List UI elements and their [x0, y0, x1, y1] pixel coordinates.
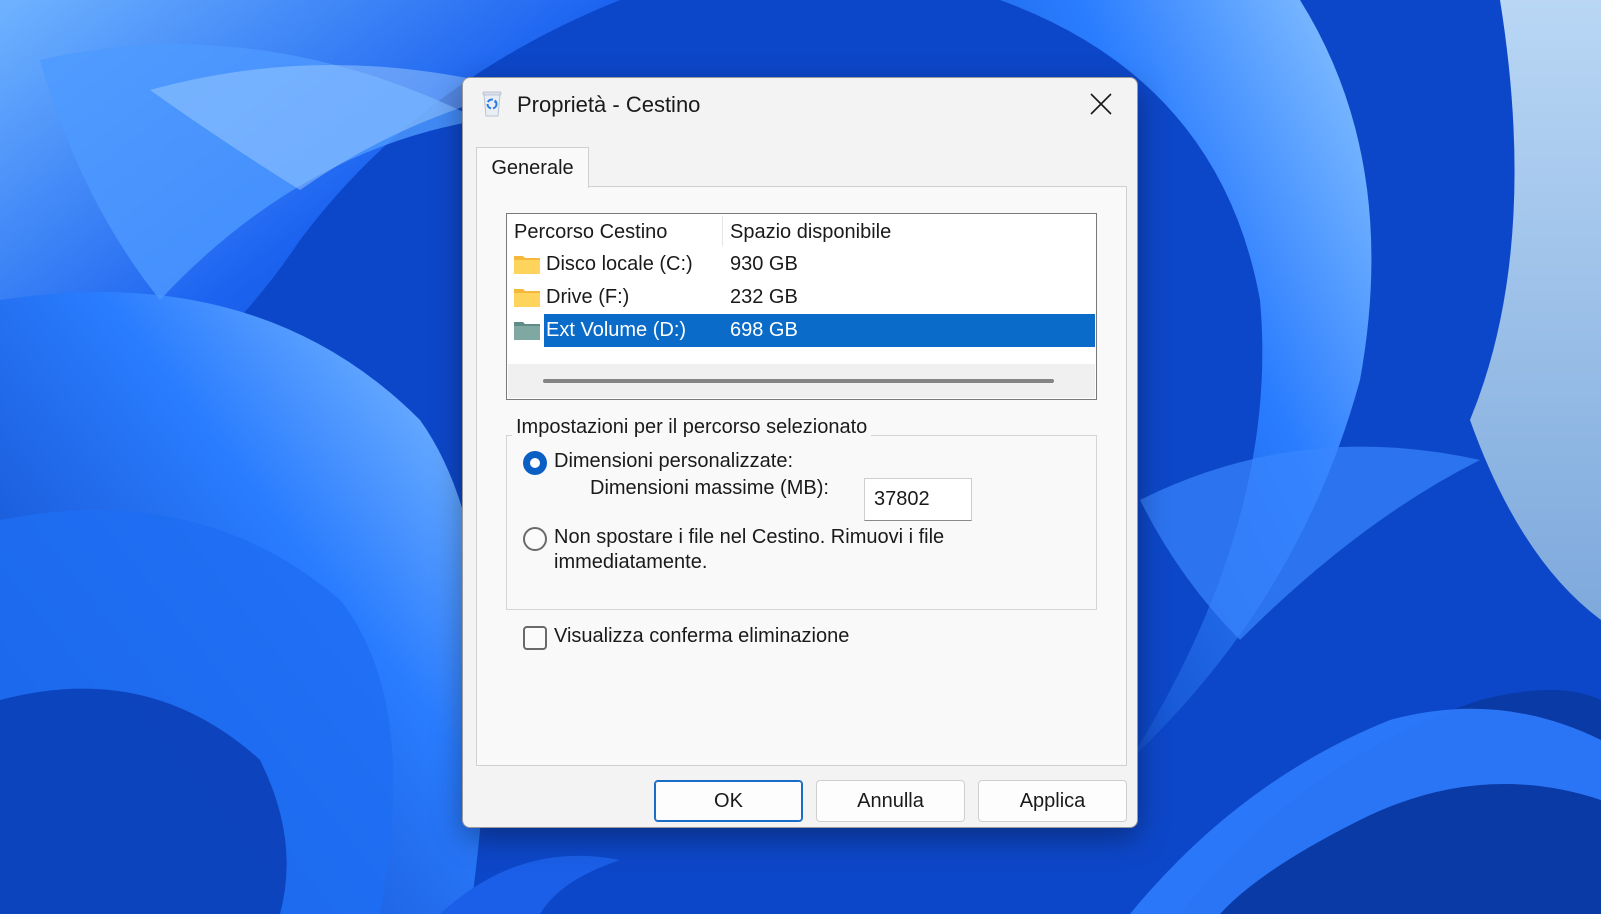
no-recycle-label-line1[interactable]: Non spostare i file nel Cestino. Rimuovi…: [554, 526, 944, 549]
close-icon: [1090, 93, 1112, 115]
window-title: Proprietà - Cestino: [517, 92, 701, 117]
list-header: Percorso Cestino Spazio disponibile: [507, 214, 1096, 248]
folder-icon: [514, 289, 540, 307]
drive-folder-icon: [514, 322, 540, 340]
row-free-space: 930 GB: [730, 253, 798, 275]
row-free-space: 232 GB: [730, 286, 798, 308]
row-location-name: Drive (F:): [546, 286, 630, 308]
custom-size-radio[interactable]: [523, 451, 547, 475]
scrollbar-thumb[interactable]: [543, 379, 1054, 383]
column-separator[interactable]: [722, 216, 723, 246]
apply-button[interactable]: Applica: [978, 780, 1127, 822]
ok-button[interactable]: OK: [654, 780, 803, 822]
list-row-disk-c[interactable]: Disco locale (C:) 930 GB: [507, 248, 1096, 281]
max-size-input[interactable]: [864, 478, 972, 521]
row-location-name: Disco locale (C:): [546, 253, 693, 275]
row-free-space: 698 GB: [730, 319, 798, 341]
settings-group-title: Impostazioni per il percorso selezionato: [512, 416, 872, 439]
no-recycle-label-line2[interactable]: immediatamente.: [554, 551, 707, 574]
recycle-bin-location-list[interactable]: Percorso Cestino Spazio disponibile Disc…: [506, 213, 1097, 400]
properties-dialog: Proprietà - Cestino Generale Percorso Ce…: [462, 77, 1138, 828]
tab-panel-generale: Percorso Cestino Spazio disponibile Disc…: [476, 186, 1127, 766]
folder-icon: [514, 256, 540, 274]
column-header-free-space[interactable]: Spazio disponibile: [730, 221, 891, 244]
title-bar[interactable]: Proprietà - Cestino: [463, 78, 1137, 132]
no-recycle-radio[interactable]: [523, 527, 547, 551]
list-row-drive-f[interactable]: Drive (F:) 232 GB: [507, 281, 1096, 314]
confirm-delete-checkbox[interactable]: [523, 626, 547, 650]
recycle-bin-icon: [482, 91, 502, 117]
list-row-ext-volume-d[interactable]: Ext Volume (D:) 698 GB: [507, 314, 1096, 347]
confirm-delete-label[interactable]: Visualizza conferma eliminazione: [554, 625, 849, 648]
cancel-button[interactable]: Annulla: [816, 780, 965, 822]
custom-size-label[interactable]: Dimensioni personalizzate:: [554, 450, 793, 473]
max-size-label: Dimensioni massime (MB):: [590, 477, 829, 499]
horizontal-scrollbar[interactable]: [508, 364, 1095, 398]
close-button[interactable]: [1079, 86, 1123, 122]
column-header-location[interactable]: Percorso Cestino: [514, 221, 667, 244]
tab-generale[interactable]: Generale: [476, 147, 589, 188]
row-location-name: Ext Volume (D:): [546, 319, 687, 341]
